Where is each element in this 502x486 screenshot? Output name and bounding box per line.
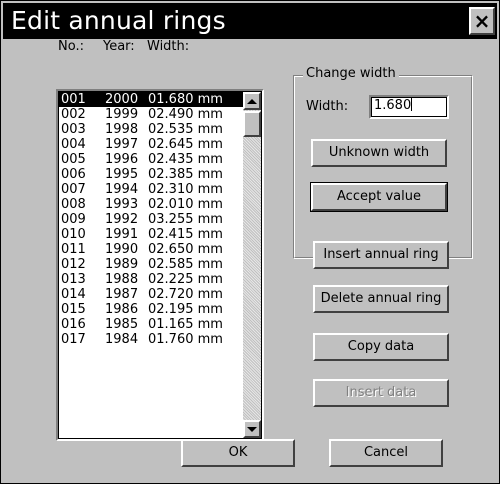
row-width: 02.310 mm [148,182,223,197]
list-item[interactable]: 008 1993 02.010 mm [59,197,245,212]
row-year: 1985 [105,317,139,332]
list-item[interactable]: 005 1996 02.435 mm [59,152,245,167]
row-width: 01.680 mm [148,92,223,107]
row-width: 02.195 mm [148,302,223,317]
close-icon: × [473,9,491,33]
list-item[interactable]: 015 1986 02.195 mm [59,302,245,317]
row-year: 1993 [105,197,139,212]
list-item[interactable]: 009 1992 03.255 mm [59,212,245,227]
row-year: 1992 [105,212,139,227]
row-number: 016 [61,317,86,332]
list-item[interactable]: 007 1994 02.310 mm [59,182,245,197]
row-number: 008 [61,197,86,212]
list-item[interactable]: 013 1988 02.225 mm [59,272,245,287]
row-number: 011 [61,242,86,257]
text-caret [411,97,413,111]
change-width-group-label: Change width [303,66,399,82]
accept-value-button[interactable]: Accept value [310,182,448,212]
row-width: 02.650 mm [148,242,223,257]
row-number: 012 [61,257,86,272]
row-year: 1988 [105,272,139,287]
close-button[interactable]: × [469,7,495,35]
row-width: 02.585 mm [148,257,223,272]
dialog-body: No.: Year: Width: 001 2000 01.680 mm 002 199… [3,39,497,483]
list-item[interactable]: 006 1995 02.385 mm [59,167,245,182]
copy-data-button[interactable]: Copy data [313,333,449,361]
row-width: 02.535 mm [148,122,223,137]
row-width: 02.645 mm [148,137,223,152]
row-year: 2000 [105,92,139,107]
row-year: 1984 [105,332,139,347]
row-year: 1998 [105,122,139,137]
row-year: 1995 [105,167,139,182]
arrow-up-icon [247,98,257,104]
list-item[interactable]: 012 1989 02.585 mm [59,257,245,272]
list-item[interactable]: 002 1999 02.490 mm [59,107,245,122]
list-item-selected[interactable]: 001 2000 01.680 mm [59,92,245,107]
row-year: 1987 [105,287,139,302]
scroll-up-button[interactable] [243,92,261,110]
row-number: 010 [61,227,86,242]
edit-annual-rings-dialog: Edit annual rings × No.: Year: Width: 00… [0,0,500,484]
row-year: 1997 [105,137,139,152]
row-number: 004 [61,137,86,152]
list-item[interactable]: 014 1987 02.720 mm [59,287,245,302]
title-bar[interactable]: Edit annual rings × [3,3,497,39]
column-header-year: Year: [103,39,135,54]
row-number: 007 [61,182,86,197]
row-width: 02.720 mm [148,287,223,302]
list-item[interactable]: 010 1991 02.415 mm [59,227,245,242]
row-number: 005 [61,152,86,167]
row-width: 02.225 mm [148,272,223,287]
column-header-width: Width: [147,39,190,54]
row-width: 02.010 mm [148,197,223,212]
row-width: 02.385 mm [148,167,223,182]
list-item[interactable]: 004 1997 02.645 mm [59,137,245,152]
row-number: 001 [61,92,86,107]
list-item[interactable]: 016 1985 01.165 mm [59,317,245,332]
list-item[interactable]: 011 1990 02.650 mm [59,242,245,257]
scroll-down-button[interactable] [243,420,261,438]
cancel-button[interactable]: Cancel [329,439,443,467]
dialog-title: Edit annual rings [11,6,226,35]
unknown-width-button[interactable]: Unknown width [311,139,447,167]
width-label: Width: [306,99,349,114]
row-number: 014 [61,287,86,302]
row-year: 1989 [105,257,139,272]
list-item[interactable]: 003 1998 02.535 mm [59,122,245,137]
row-year: 1991 [105,227,139,242]
list-scrollbar[interactable] [243,92,261,438]
row-width: 01.165 mm [148,317,223,332]
row-year: 1986 [105,302,139,317]
annual-rings-rows: 001 2000 01.680 mm 002 1999 02.490 mm 003 1998 0… [59,92,245,347]
ok-button[interactable]: OK [181,439,295,467]
insert-annual-ring-button[interactable]: Insert annual ring [313,241,449,269]
row-year: 1990 [105,242,139,257]
row-number: 015 [61,302,86,317]
list-item[interactable]: 017 1984 01.760 mm [59,332,245,347]
width-input-value: 1.680 [374,98,412,113]
row-number: 013 [61,272,86,287]
column-header-no: No.: [58,39,84,54]
row-number: 003 [61,122,86,137]
row-year: 1996 [105,152,139,167]
width-input[interactable]: 1.680 [369,95,449,119]
delete-annual-ring-button[interactable]: Delete annual ring [313,285,449,313]
scroll-thumb[interactable] [243,111,261,137]
row-number: 017 [61,332,86,347]
row-year: 1999 [105,107,139,122]
arrow-down-icon [247,426,257,432]
row-number: 009 [61,212,86,227]
insert-data-button: Insert data [313,379,449,407]
row-width: 03.255 mm [148,212,223,227]
row-number: 006 [61,167,86,182]
row-width: 02.435 mm [148,152,223,167]
row-width: 01.760 mm [148,332,223,347]
row-width: 02.415 mm [148,227,223,242]
row-number: 002 [61,107,86,122]
annual-rings-list[interactable]: 001 2000 01.680 mm 002 1999 02.490 mm 003 1998 0… [56,89,264,441]
row-width: 02.490 mm [148,107,223,122]
row-year: 1994 [105,182,139,197]
